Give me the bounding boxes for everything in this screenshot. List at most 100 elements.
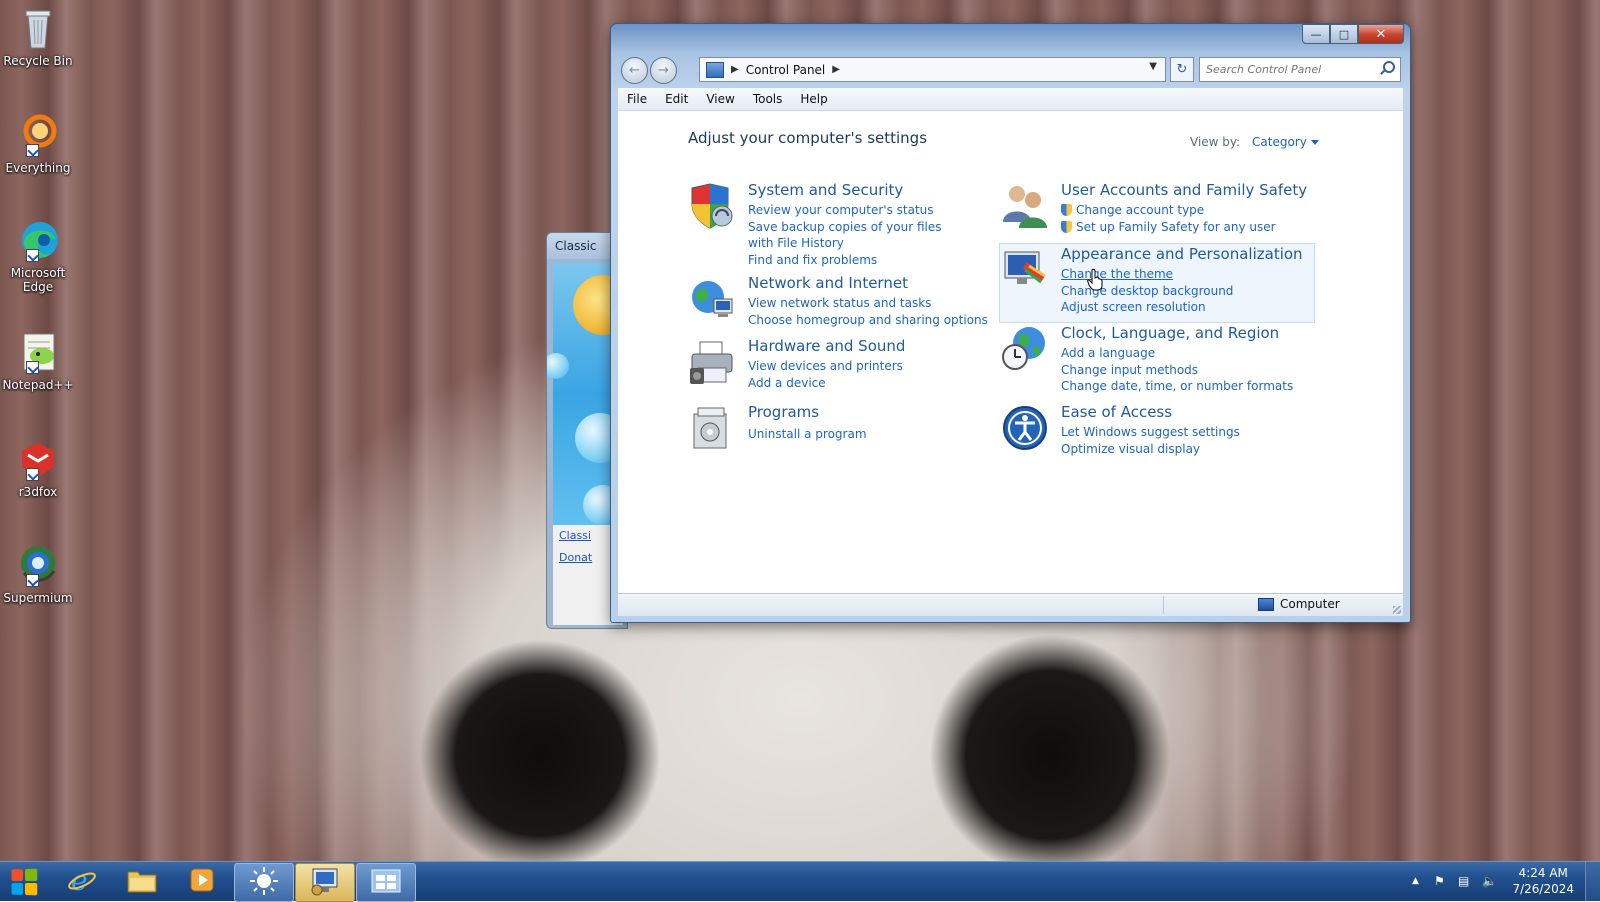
taskbar-internet-explorer[interactable]: e (52, 863, 112, 900)
taskbar-clock[interactable]: 4:24 AM 7/26/2024 (1512, 865, 1574, 897)
navigation-bar: ← → ▶ Control Panel ▶ ▼ ↻ (619, 54, 1402, 84)
shortcut-arrow-icon (26, 574, 39, 587)
task-link[interactable]: Change account type (1061, 202, 1291, 219)
view-by-control: View by: Category (1190, 135, 1319, 149)
view-by-dropdown[interactable]: Category (1252, 135, 1319, 149)
address-bar[interactable]: ▶ Control Panel ▶ ▼ (699, 57, 1166, 82)
shortcut-arrow-icon (26, 468, 39, 481)
taskbar-window-switcher[interactable] (356, 863, 416, 902)
address-dropdown-icon[interactable]: ▼ (1149, 61, 1157, 72)
task-link[interactable]: Add a device (748, 375, 978, 392)
category-title[interactable]: Ease of Access (1061, 403, 1172, 421)
forward-button[interactable]: → (650, 57, 677, 84)
network-icon[interactable]: ▤ (1458, 874, 1469, 888)
desktop-icon-label: Supermium (3, 591, 73, 605)
status-bar: Computer (618, 593, 1403, 616)
show-hidden-icons-button[interactable]: ▲ (1412, 876, 1419, 886)
chevron-right-icon[interactable]: ▶ (832, 64, 840, 75)
category-title[interactable]: Programs (748, 403, 819, 421)
task-link[interactable]: Adjust screen resolution (1061, 299, 1291, 316)
category-title[interactable]: Clock, Language, and Region (1061, 324, 1279, 342)
shortcut-arrow-icon (26, 144, 39, 157)
task-link[interactable]: Review your computer's status (748, 202, 978, 219)
task-link[interactable]: Save backup copies of your files with Fi… (748, 219, 970, 252)
taskbar-media-player[interactable] (172, 863, 232, 900)
search-box[interactable] (1199, 57, 1401, 82)
close-button[interactable]: ✕ (1358, 24, 1404, 44)
folder-icon (126, 866, 158, 897)
category-title[interactable]: System and Security (748, 181, 903, 199)
classic-link[interactable]: Classi (559, 529, 591, 542)
task-link[interactable]: Change input methods (1061, 362, 1291, 379)
task-link[interactable]: Add a language (1061, 345, 1291, 362)
uac-shield-icon (1061, 220, 1072, 233)
menu-tools[interactable]: Tools (744, 92, 792, 106)
task-link[interactable]: Optimize visual display (1061, 441, 1291, 458)
desktop-icon-microsoft-edge[interactable]: Microsoft Edge (2, 218, 74, 294)
task-link[interactable]: Choose homegroup and sharing options (748, 312, 988, 329)
task-link[interactable]: Find and fix problems (748, 252, 978, 269)
maximize-icon: □ (1338, 27, 1350, 41)
clock-globe-icon (1001, 325, 1049, 373)
desktop-icon-r3dfox[interactable]: r3dfox (2, 437, 74, 499)
programs-box-icon (688, 404, 736, 452)
menu-file[interactable]: File (618, 92, 656, 106)
show-desktop-button[interactable] (1585, 862, 1600, 901)
refresh-button[interactable]: ↻ (1170, 57, 1194, 82)
taskbar-control-panel[interactable] (295, 863, 355, 902)
task-link[interactable]: Uninstall a program (748, 426, 978, 443)
edge-browser-icon (16, 218, 60, 262)
everything-search-icon (16, 113, 60, 157)
category-title[interactable]: Hardware and Sound (748, 337, 905, 355)
resize-grip[interactable] (1393, 606, 1401, 614)
donate-link[interactable]: Donat (559, 551, 592, 564)
desktop-icon-supermium[interactable]: Supermium (2, 543, 74, 605)
forward-arrow-icon: → (658, 63, 669, 78)
task-link[interactable]: Change date, time, or number formats (1061, 378, 1293, 395)
control-panel-content: Adjust your computer's settings View by:… (618, 111, 1403, 593)
volume-muted-icon[interactable]: 🔈 (1482, 874, 1497, 888)
action-center-flag-icon[interactable]: ⚑ (1434, 874, 1445, 888)
menu-help[interactable]: Help (791, 92, 836, 106)
back-button[interactable]: ← (621, 57, 648, 84)
task-link[interactable]: View network status and tasks (748, 295, 978, 312)
minimize-button[interactable]: — (1302, 24, 1330, 44)
maximize-button[interactable]: □ (1330, 24, 1358, 44)
desktop-icon-notepad-plus-plus[interactable]: Notepad++ (2, 330, 74, 392)
shield-icon (688, 182, 736, 230)
menu-edit[interactable]: Edit (656, 92, 697, 106)
back-arrow-icon: ← (629, 63, 640, 78)
control-panel-icon (706, 61, 724, 78)
task-link[interactable]: View devices and printers (748, 358, 978, 375)
control-panel-window[interactable]: — □ ✕ ← → ▶ Control Panel ▶ ▼ ↻ File Edi… (610, 23, 1411, 623)
taskbar-file-explorer[interactable] (112, 863, 172, 900)
menu-view[interactable]: View (697, 92, 743, 106)
uac-shield-icon (1061, 204, 1072, 216)
r3dfox-browser-icon (16, 437, 60, 481)
user-accounts-icon (1001, 182, 1049, 230)
refresh-icon: ↻ (1176, 62, 1188, 77)
minimize-icon: — (1310, 27, 1322, 41)
breadcrumb-control-panel[interactable]: Control Panel (746, 63, 826, 77)
desktop-icon-label: Everything (5, 161, 71, 175)
printer-icon (688, 338, 736, 386)
desktop-icon-everything[interactable]: Everything (2, 113, 74, 175)
category-title[interactable]: Appearance and Personalization (1061, 245, 1303, 263)
desktop-icon-recycle-bin[interactable]: Recycle Bin (2, 6, 74, 68)
category-title[interactable]: Network and Internet (748, 274, 908, 292)
shortcut-arrow-icon (26, 249, 39, 262)
personalization-monitor-icon (1001, 246, 1049, 294)
search-icon[interactable] (1383, 61, 1395, 73)
start-button[interactable] (2, 862, 46, 901)
status-computer: Computer (1258, 597, 1340, 611)
recycle-bin-icon (16, 6, 60, 50)
taskbar-classic-app[interactable] (234, 863, 294, 902)
task-link[interactable]: Set up Family Safety for any user (1061, 219, 1291, 236)
classic-window-title: Classic (555, 239, 597, 253)
desktop-icon-label: r3dfox (18, 485, 58, 499)
task-link[interactable]: Let Windows suggest settings (1061, 424, 1291, 441)
shortcut-arrow-icon (26, 361, 39, 374)
search-input[interactable] (1200, 58, 1378, 81)
category-title[interactable]: User Accounts and Family Safety (1061, 181, 1307, 199)
desktop-icon-label: Notepad++ (2, 378, 74, 392)
